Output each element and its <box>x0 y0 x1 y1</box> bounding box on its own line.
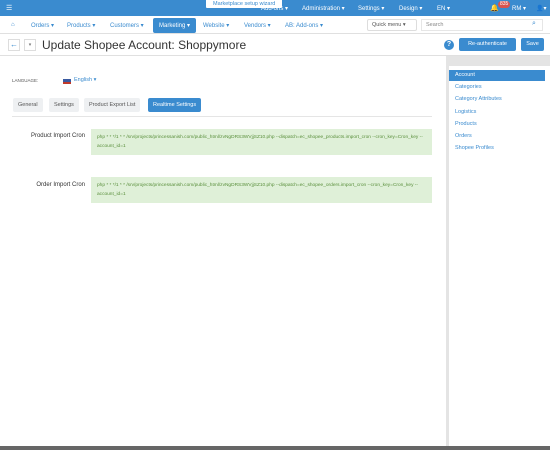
sidebar-item-account[interactable]: Account <box>449 70 545 81</box>
tab-general[interactable]: General <box>13 98 43 112</box>
account-menu-icon[interactable]: 👤▾ <box>536 5 547 12</box>
language-label: LANGUAGE: <box>12 78 39 83</box>
save-button[interactable]: Save <box>521 38 544 51</box>
nav-vendors[interactable]: Vendors ▾ <box>244 22 271 29</box>
nav-customers[interactable]: Customers ▾ <box>110 22 144 29</box>
nav-marketing[interactable]: Marketing ▾ <box>153 18 197 33</box>
title-bar: ← ▾ Update Shopee Account: Shoppymore ? … <box>0 34 550 56</box>
search-icon[interactable]: ⌕ <box>532 20 536 28</box>
help-icon[interactable]: ? <box>444 40 454 50</box>
topnav-settings[interactable]: Settings ▾ <box>358 5 384 12</box>
search-input[interactable]: Search <box>421 19 543 31</box>
notification-badge: 835 <box>498 1 511 8</box>
sidebar-item-shopee-profiles[interactable]: Shopee Profiles <box>455 145 494 151</box>
sidebar-item-products[interactable]: Products <box>455 121 477 127</box>
menu-icon[interactable]: ☰ <box>6 4 12 12</box>
topnav-administration[interactable]: Administration ▾ <box>302 5 345 12</box>
account-menu-caret: ▾ <box>543 6 547 12</box>
product-import-cron-label: Product Import Cron <box>30 133 85 139</box>
us-flag-icon <box>63 79 71 84</box>
page-title: Update Shopee Account: Shoppymore <box>42 38 247 52</box>
language-select[interactable]: English ▾ <box>74 77 96 83</box>
main-navbar: ⌂ Orders ▾ Products ▾ Customers ▾ Market… <box>0 16 550 34</box>
main-content <box>0 56 446 446</box>
tab-settings[interactable]: Settings <box>49 98 79 112</box>
topnav-design[interactable]: Design ▾ <box>399 5 422 12</box>
user-menu[interactable]: RM ▾ <box>512 5 526 12</box>
tab-realtime-settings[interactable]: Realtime Settings <box>148 98 202 112</box>
quick-menu-button[interactable]: Quick menu ▾ <box>367 19 417 31</box>
sidebar-item-logistics[interactable]: Logistics <box>455 109 476 115</box>
nav-orders[interactable]: Orders ▾ <box>31 22 54 29</box>
topnav-addons[interactable]: Add-ons ▾ <box>261 5 288 12</box>
home-icon[interactable]: ⌂ <box>11 22 15 28</box>
product-import-cron-value: php * * */1 * * /srv/projects/princessan… <box>91 129 432 155</box>
nav-products[interactable]: Products ▾ <box>67 22 95 29</box>
sidebar-item-category-attributes[interactable]: Category Attributes <box>455 96 502 102</box>
bottom-bar <box>0 446 550 450</box>
order-import-cron-label: Order Import Cron <box>36 182 85 188</box>
topnav-language[interactable]: EN ▾ <box>437 5 450 12</box>
tab-product-export-list[interactable]: Product Export List <box>84 98 141 112</box>
nav-website[interactable]: Website ▾ <box>203 22 229 29</box>
order-import-cron-value: php * * */1 * * /srv/projects/princessan… <box>91 177 432 203</box>
sidebar-item-categories[interactable]: Categories <box>455 84 482 90</box>
nav-ab-addons[interactable]: AB: Add-ons ▾ <box>285 22 323 29</box>
chevron-down-icon[interactable]: ▾ <box>24 39 36 51</box>
tab-divider <box>12 116 432 117</box>
sidebar-item-orders[interactable]: Orders <box>455 133 472 139</box>
back-arrow-icon[interactable]: ← <box>8 39 20 51</box>
re-authenticate-button[interactable]: Re-authenticate <box>459 38 516 51</box>
